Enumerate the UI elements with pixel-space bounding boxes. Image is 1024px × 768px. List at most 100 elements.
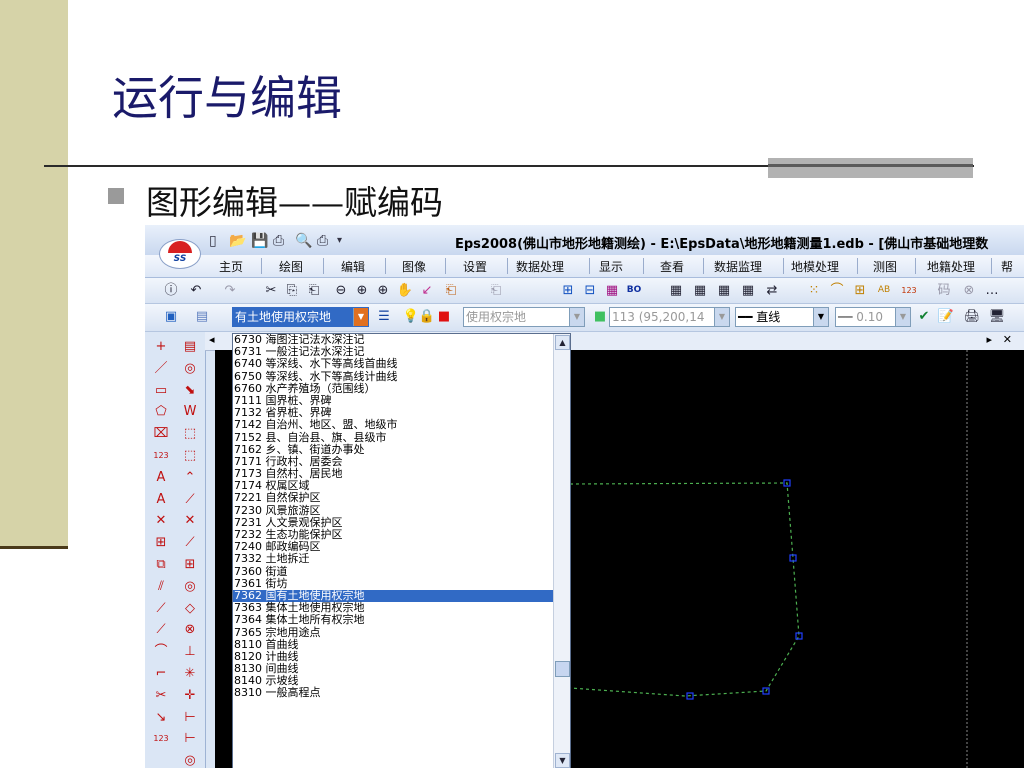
check-icon[interactable]: ✔ xyxy=(915,308,933,325)
draw-tool-icon[interactable]: ⟋ xyxy=(151,600,171,618)
edit-tool-icon[interactable]: ◎ xyxy=(180,578,200,596)
edit-tool-icon[interactable]: ◎ xyxy=(180,360,200,378)
points-icon[interactable]: ⁙ xyxy=(805,282,823,299)
more-icon[interactable]: … xyxy=(983,282,1001,299)
edit-tool-icon[interactable]: ✛ xyxy=(180,687,200,705)
chevron-down-icon[interactable]: ▼ xyxy=(813,308,828,326)
edit-attributes-icon[interactable]: 📝 xyxy=(937,308,955,325)
save-icon[interactable]: 💾 xyxy=(251,233,268,249)
draw-tool-icon[interactable]: ⌒ xyxy=(151,643,171,661)
feature-code-combo[interactable]: 有土地使用权宗地 ▼ xyxy=(232,307,369,327)
close-document-icon[interactable]: ✕ xyxy=(1003,333,1012,346)
paste-icon[interactable]: ⎗ xyxy=(305,282,323,299)
previous-view-icon[interactable]: ↙ xyxy=(418,282,436,299)
zoom-in-icon[interactable]: ⊕ xyxy=(353,282,371,299)
edit-tool-icon[interactable]: ▤ xyxy=(180,338,200,356)
menu-data-processing[interactable]: 数据处理 xyxy=(516,258,564,275)
menu-display[interactable]: 显示 xyxy=(599,258,623,275)
feature-code-option[interactable]: 7142 自治州、地区、盟、地级市 xyxy=(233,419,553,431)
edit-tool-icon[interactable]: W xyxy=(180,403,200,421)
chevron-down-icon[interactable]: ▼ xyxy=(569,308,584,326)
draw-tool-icon[interactable]: ✕ xyxy=(151,512,171,530)
redo-icon[interactable]: ↷ xyxy=(221,282,239,299)
quick-access-dropdown-icon[interactable]: ▾ xyxy=(337,235,342,246)
draw-tool-icon[interactable]: ↘ xyxy=(151,709,171,727)
edit-tool-icon[interactable]: ⌃ xyxy=(180,469,200,487)
block-icon[interactable]: ⊞ xyxy=(851,282,869,299)
edit-tool-icon[interactable]: ✳ xyxy=(180,665,200,683)
edit-tool-icon[interactable]: ⊢ xyxy=(180,709,200,727)
undo-icon[interactable]: ↶ xyxy=(187,282,205,299)
feature-code-option[interactable]: 6740 等深线、水下等高线首曲线 xyxy=(233,358,553,370)
menu-help[interactable]: 帮 xyxy=(1001,258,1013,275)
color-swatch-icon[interactable]: ■ xyxy=(591,308,609,325)
edit-tool-icon[interactable]: ⊞ xyxy=(180,556,200,574)
tab-scroll-right-icon[interactable]: ▸ xyxy=(986,333,992,346)
feature-code-option[interactable]: 8310 一般高程点 xyxy=(233,687,553,699)
scrollbar-thumb[interactable] xyxy=(555,661,570,677)
swap-icon[interactable]: ⇄ xyxy=(763,282,781,299)
map-frame-icon[interactable]: ▦ xyxy=(667,282,685,299)
pan-hand-icon[interactable]: ✋ xyxy=(396,282,414,299)
edit-tool-icon[interactable]: ◇ xyxy=(180,600,200,618)
clear-icon[interactable]: ⊗ xyxy=(960,282,978,299)
chevron-down-icon[interactable]: ▼ xyxy=(714,308,729,326)
feature-code-option[interactable]: 7230 风景旅游区 xyxy=(233,504,553,517)
lock-icon[interactable]: 🔒 xyxy=(418,308,436,325)
layer-tool-disabled-icon[interactable]: ⎗ xyxy=(487,282,505,299)
draw-tool-icon[interactable]: ⟋ xyxy=(151,621,171,639)
number-icon[interactable]: 123 xyxy=(900,282,918,299)
menu-data-supervision[interactable]: 数据监理 xyxy=(714,258,762,275)
layer-tool-icon[interactable]: ⎗ xyxy=(442,282,460,299)
draw-tool-icon[interactable]: ⌧ xyxy=(151,425,171,443)
draw-tool-icon[interactable]: ▭ xyxy=(151,382,171,400)
feature-code-option[interactable]: 7152 县、自治县、旗、县级市 xyxy=(233,431,553,444)
draw-tool-icon[interactable]: ⌐ xyxy=(151,665,171,683)
draw-tool-icon[interactable]: + xyxy=(151,338,171,356)
layers-icon[interactable]: ☰ xyxy=(375,308,393,325)
color-combo[interactable]: 113 (95,200,14 ▼ xyxy=(609,307,730,327)
edit-tool-icon[interactable]: ⟋ xyxy=(180,534,200,552)
draw-tool-icon[interactable]: ⧉ xyxy=(151,556,171,574)
draw-tool-icon[interactable]: A xyxy=(151,491,171,509)
cut-icon[interactable]: ✂ xyxy=(262,282,280,299)
edit-tool-icon[interactable]: ⊢ xyxy=(180,730,200,748)
dropdown-scrollbar[interactable]: ▲ ▼ xyxy=(553,334,570,768)
menu-settings[interactable]: 设置 xyxy=(463,258,487,275)
edit-tool-icon[interactable]: ✕ xyxy=(180,512,200,530)
scroll-up-icon[interactable]: ▲ xyxy=(555,335,570,350)
print-icon[interactable]: ⎙ xyxy=(273,233,284,249)
menu-cadastral[interactable]: 地籍处理 xyxy=(927,258,975,275)
menu-edit[interactable]: 编辑 xyxy=(341,258,365,275)
layer-color-icon[interactable]: ■ xyxy=(435,308,453,325)
chevron-down-icon[interactable]: ▼ xyxy=(353,308,368,326)
draw-tool-icon[interactable]: ／ xyxy=(151,360,171,378)
zoom-window-icon[interactable]: ⊕ xyxy=(374,282,392,299)
menu-survey-map[interactable]: 测图 xyxy=(873,258,897,275)
new-file-icon[interactable]: ▯ xyxy=(209,233,217,249)
table-view-icon[interactable]: ▦ xyxy=(603,282,621,299)
linetype-combo[interactable]: ━━ 直线 ▼ xyxy=(735,307,829,327)
menu-draw[interactable]: 绘图 xyxy=(279,258,303,275)
map-frame-3-icon[interactable]: ▦ xyxy=(715,282,733,299)
edit-tool-icon[interactable]: ⬚ xyxy=(180,447,200,465)
menu-home[interactable]: 主页 xyxy=(219,258,243,275)
feature-code-option[interactable]: 7360 街道 xyxy=(233,565,553,578)
edit-tool-icon[interactable]: ⬊ xyxy=(180,382,200,400)
menu-view[interactable]: 查看 xyxy=(660,258,684,275)
linewidth-combo[interactable]: ── 0.10 ▼ xyxy=(835,307,911,327)
menu-terrain-model[interactable]: 地模处理 xyxy=(791,258,839,275)
menu-image[interactable]: 图像 xyxy=(402,258,426,275)
feature-code-option[interactable]: 6750 等深线、水下等高线计曲线 xyxy=(233,370,553,383)
map-frame-2-icon[interactable]: ▦ xyxy=(691,282,709,299)
tab-scroll-left-icon[interactable]: ◂ xyxy=(209,333,215,346)
feature-code-option[interactable]: 7365 宗地用途点 xyxy=(233,626,553,639)
draw-tool-icon[interactable]: 123 xyxy=(151,447,171,465)
app-logo[interactable]: SS xyxy=(159,239,201,269)
scroll-down-icon[interactable]: ▼ xyxy=(555,753,570,768)
chevron-down-icon[interactable]: ▼ xyxy=(895,308,910,326)
edit-tool-icon[interactable]: ⟋ xyxy=(180,491,200,509)
draw-tool-icon[interactable]: A xyxy=(151,469,171,487)
text-ab-icon[interactable]: AB xyxy=(875,282,893,299)
monitor-icon[interactable]: 🖥 xyxy=(988,308,1006,325)
